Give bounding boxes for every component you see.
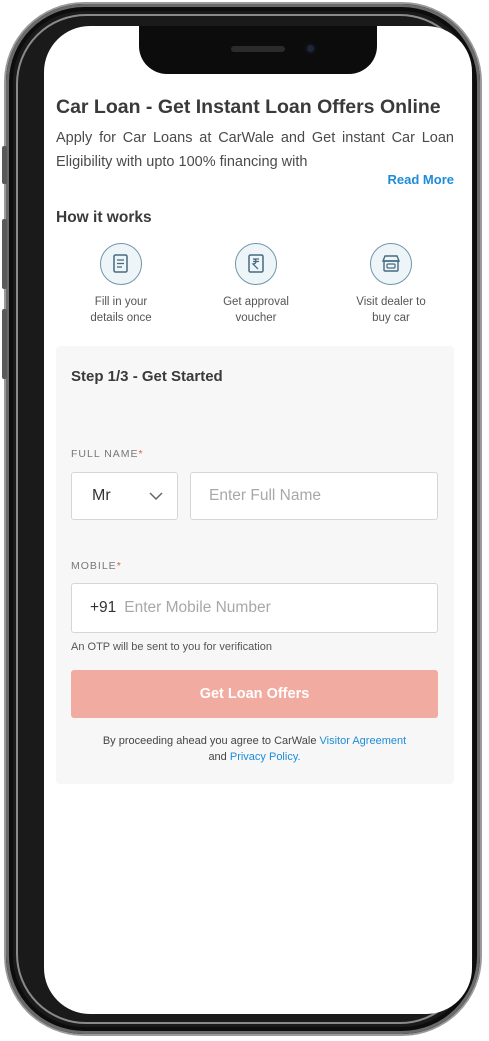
- privacy-policy-link[interactable]: Privacy Policy.: [230, 751, 301, 763]
- rupee-voucher-icon: [235, 243, 277, 285]
- step-label-line: Visit dealer to: [356, 296, 426, 308]
- how-it-works-steps: Fill in your details once Get approval v…: [56, 243, 454, 326]
- volume-up-button: [2, 219, 7, 289]
- visitor-agreement-link[interactable]: Visitor Agreement: [320, 735, 407, 747]
- page-title: Car Loan - Get Instant Loan Offers Onlin…: [56, 96, 441, 118]
- front-camera-icon: [305, 43, 316, 54]
- step-visit-dealer: Visit dealer to buy car: [336, 243, 446, 326]
- step-approval-voucher: Get approval voucher: [201, 243, 311, 326]
- volume-down-button: [2, 309, 7, 379]
- speaker-grille: [231, 46, 285, 52]
- mute-switch: [2, 146, 7, 184]
- mobile-label-text: MOBILE: [71, 560, 117, 572]
- full-name-label-text: FULL NAME: [71, 448, 139, 460]
- mobile-label: MOBILE*: [71, 560, 122, 572]
- get-loan-offers-button[interactable]: Get Loan Offers: [71, 670, 438, 718]
- mobile-field[interactable]: +91: [71, 583, 438, 633]
- form-step-title: Step 1/3 - Get Started: [71, 368, 223, 385]
- notch: [139, 26, 377, 74]
- otp-note: An OTP will be sent to you for verificat…: [71, 641, 272, 653]
- step-label-line: Fill in your: [94, 296, 148, 308]
- full-name-label: FULL NAME*: [71, 448, 144, 460]
- salutation-value: Mr: [92, 487, 111, 504]
- salutation-select[interactable]: Mr: [71, 472, 178, 520]
- step-label-line: Get approval: [223, 296, 289, 308]
- page-content: Car Loan - Get Instant Loan Offers Onlin…: [56, 94, 454, 784]
- step-label-line: voucher: [235, 312, 277, 324]
- car-dealer-store-icon: [370, 243, 412, 285]
- form-document-icon: [100, 243, 142, 285]
- full-name-input[interactable]: [190, 472, 438, 520]
- loan-form-card: Step 1/3 - Get Started FULL NAME* Mr MOB…: [56, 346, 454, 784]
- phone-screen: Car Loan - Get Instant Loan Offers Onlin…: [44, 26, 472, 1014]
- phone-frame: Car Loan - Get Instant Loan Offers Onlin…: [2, 4, 480, 1034]
- agreement-prefix: By proceeding ahead you agree to CarWale: [102, 735, 317, 747]
- required-asterisk: *: [138, 448, 144, 460]
- step-label-line: buy car: [372, 312, 410, 324]
- how-it-works-title: How it works: [56, 209, 152, 226]
- mobile-input[interactable]: [122, 598, 377, 618]
- agreement-text: By proceeding ahead you agree to CarWale…: [71, 733, 438, 765]
- chevron-down-icon: [149, 491, 163, 500]
- page-description: Apply for Car Loans at CarWale and Get i…: [56, 130, 454, 170]
- step-label-line: details once: [90, 312, 152, 324]
- required-asterisk: *: [116, 560, 122, 572]
- read-more-link[interactable]: Read More: [56, 172, 454, 187]
- step-fill-details: Fill in your details once: [66, 243, 176, 326]
- agreement-and: and: [208, 751, 227, 763]
- country-code-prefix: +91: [90, 599, 117, 616]
